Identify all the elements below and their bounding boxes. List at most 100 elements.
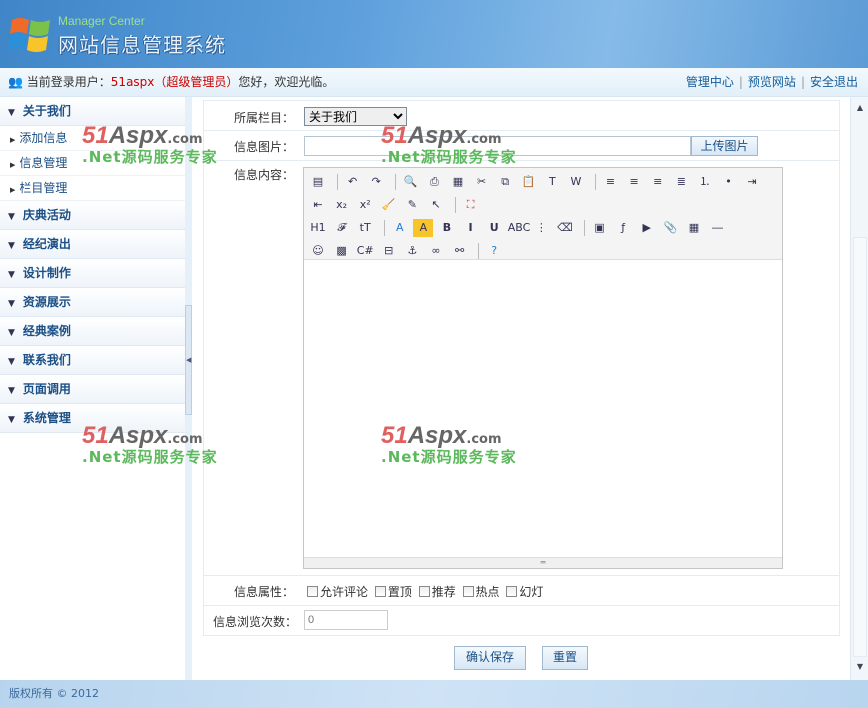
collapse-sidebar-handle[interactable]: ◀ [185,305,192,415]
horizontal-rule-icon[interactable]: ― [708,219,728,237]
code-icon[interactable]: C# [355,242,375,260]
scroll-up-icon[interactable]: ▲ [853,103,867,117]
rich-text-editor: ▤ ↶ ↷ 🔍 ⎙ ▦ ✂ ⧉ 📋 T W ≡ ≡ ≡ ≣ ⒈ • ⇥ ⇤ x₂ x² 🧹 ✎ ↖ ⛶ H1 𝓕tT A A B I U ABC… [303,167,783,569]
font-family-icon[interactable]: 𝓕 [332,219,352,237]
scroll-down-icon[interactable]: ▼ [853,662,867,676]
slideshow-checkbox[interactable] [506,586,518,597]
remove-format-icon[interactable]: ⌫ [555,219,575,237]
logout-link[interactable]: 安全退出 [810,75,858,89]
help-icon[interactable]: ? [484,242,504,260]
flash-icon[interactable]: ƒ [613,219,633,237]
page-break-icon[interactable]: ⊟ [379,242,399,260]
sidebar-category-resources[interactable]: ▼ 资源展示 [0,288,185,317]
select-all-icon[interactable]: ✎ [402,196,422,214]
strikethrough-icon[interactable]: ABC [508,219,531,237]
align-left-icon[interactable]: ≡ [601,173,621,191]
toolbar-separator [383,219,385,236]
align-center-icon[interactable]: ≡ [624,173,644,191]
toolbar-row: ☺ ▩ C# ⊟ ⚓ ∞ ⚯? [308,239,778,262]
underline-icon[interactable]: U [484,219,504,237]
undo-icon[interactable]: ↶ [343,173,363,191]
toolbar-row: H1 𝓕tT A A B I U ABC ⋮ ⌫ ▣ ƒ ▶ 📎 ▦ ― [308,216,778,239]
sidebar-category-performance[interactable]: ▼ 经纪演出 [0,230,185,259]
table-icon[interactable]: ▦ [684,219,704,237]
vertical-scrollbar[interactable]: ▲ ▼ [850,97,868,680]
redo-icon[interactable]: ↷ [366,173,386,191]
views-input[interactable] [304,610,388,630]
paste-icon[interactable]: 📋 [519,173,539,191]
attachment-icon[interactable]: 📎 [660,219,680,237]
media-icon[interactable]: ▶ [637,219,657,237]
category-select[interactable]: 关于我们 [304,107,407,126]
admin-center-link[interactable]: 管理中心 [686,75,734,89]
image-gallery-icon[interactable]: ▩ [332,242,352,260]
form-row-views: 信息浏览次数： [203,606,840,636]
link-icon[interactable]: ∞ [426,242,446,260]
upload-image-button[interactable]: 上传图片 [691,136,758,156]
anchor-icon[interactable]: ⚓ [402,242,422,260]
scrollbar-thumb[interactable] [853,237,867,657]
editor-resize-handle[interactable]: ═ [304,557,782,568]
triangle-down-icon: ▼ [8,357,15,367]
cut-icon[interactable]: ✂ [472,173,492,191]
image-path-input[interactable] [304,136,691,156]
sidebar-category-about[interactable]: ▼ 关于我们 [0,97,185,126]
align-right-icon[interactable]: ≡ [648,173,668,191]
sidebar-category-design[interactable]: ▼ 设计制作 [0,259,185,288]
unordered-list-icon[interactable]: • [719,173,739,191]
paste-text-icon[interactable]: T [542,173,562,191]
subscript-icon[interactable]: x₂ [332,196,352,214]
outdent-icon[interactable]: ⇤ [308,196,328,214]
editor-content-area[interactable] [304,260,782,556]
save-button[interactable]: 确认保存 [454,646,526,670]
toolbar-separator [394,173,396,190]
sidebar-category-cases[interactable]: ▼ 经典案例 [0,317,185,346]
template-icon[interactable]: ▦ [448,173,468,191]
sidebar-item-manage-column[interactable]: ▶ 栏目管理 [0,176,185,201]
emoticon-icon[interactable]: ☺ [308,242,328,260]
clear-format-icon[interactable]: 🧹 [379,196,399,214]
font-size-icon[interactable]: tT [355,219,375,237]
ordered-list-icon[interactable]: ⒈ [695,173,715,191]
italic-icon[interactable]: I [461,219,481,237]
form-row-attributes: 信息属性： 允许评论 置顶 推荐 热点 幻灯 [203,576,840,606]
sidebar-category-page-call[interactable]: ▼ 页面调用 [0,375,185,404]
heading-icon[interactable]: H1 [308,219,328,237]
arrow-right-icon: ▶ [10,136,16,144]
sidebar-category-contact[interactable]: ▼ 联系我们 [0,346,185,375]
arrow-right-icon: ▶ [10,161,16,169]
image-icon[interactable]: ▣ [590,219,610,237]
sidebar-item-add-info[interactable]: ▶ 添加信息 [0,126,185,151]
sidebar-item-manage-info[interactable]: ▶ 信息管理 [0,151,185,176]
bg-color-icon[interactable]: A [413,218,434,237]
toolbar-separator [454,196,456,213]
toolbar-separator [478,242,480,259]
source-icon[interactable]: ▤ [308,173,328,191]
fullscreen-icon[interactable]: ⛶ [461,196,481,214]
editor-toolbar: ▤ ↶ ↷ 🔍 ⎙ ▦ ✂ ⧉ 📋 T W ≡ ≡ ≡ ≣ ⒈ • ⇥ ⇤ x₂ x² 🧹 ✎ ↖ ⛶ H1 𝓕tT A A B I U ABC… [304,168,782,260]
username: 51aspx（超级管理员） [110,75,239,89]
bold-icon[interactable]: B [437,219,457,237]
reset-button[interactable]: 重置 [542,646,588,670]
attributes-checkboxes: 允许评论 置顶 推荐 热点 幻灯 [304,583,543,600]
line-height-icon[interactable]: ⋮ [531,219,551,237]
unlink-icon[interactable]: ⚯ [450,242,470,260]
preview-site-link[interactable]: 预览网站 [748,75,796,89]
image-label: 信息图片： [233,140,294,154]
triangle-down-icon: ▼ [8,212,15,222]
superscript-icon[interactable]: x² [355,196,375,214]
indent-icon[interactable]: ⇥ [742,173,762,191]
copy-icon[interactable]: ⧉ [495,173,515,191]
justify-icon[interactable]: ≣ [671,173,691,191]
select-icon[interactable]: ↖ [426,196,446,214]
sidebar-category-celebration[interactable]: ▼ 庆典活动 [0,201,185,230]
hot-checkbox[interactable] [462,586,474,597]
pin-top-checkbox[interactable] [374,586,386,597]
allow-comment-checkbox[interactable] [307,586,318,597]
sidebar-category-system[interactable]: ▼ 系统管理 [0,404,185,433]
recommend-checkbox[interactable] [418,586,430,597]
print-icon[interactable]: ⎙ [424,173,444,191]
preview-icon[interactable]: 🔍 [401,173,421,191]
paste-word-icon[interactable]: W [566,173,586,191]
text-color-icon[interactable]: A [390,219,410,237]
